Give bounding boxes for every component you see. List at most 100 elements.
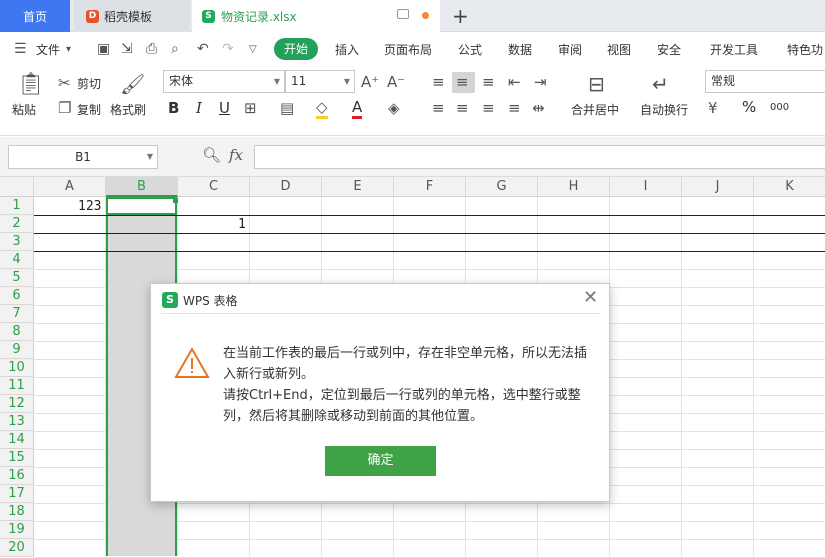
format-painter-button[interactable]: 格式刷 xyxy=(110,101,146,118)
row-header-17[interactable]: 17 xyxy=(0,485,34,503)
copy-icon[interactable]: ❐ xyxy=(58,100,71,116)
align-top-icon[interactable]: ≡ xyxy=(432,74,445,90)
increase-indent-icon[interactable]: ⇥ xyxy=(534,74,547,90)
tab-templates[interactable]: D 稻壳模板 xyxy=(74,0,190,32)
paste-icon[interactable]: 📋︎ xyxy=(17,73,45,97)
row-header-14[interactable]: 14 xyxy=(0,431,34,449)
italic-icon[interactable]: I xyxy=(196,100,202,116)
new-tab-button[interactable]: + xyxy=(452,3,469,29)
row-header-10[interactable]: 10 xyxy=(0,359,34,377)
wrap-text-icon[interactable]: ↵ xyxy=(652,73,669,95)
align-right-icon[interactable]: ≡ xyxy=(482,100,495,116)
col-header-f[interactable]: F xyxy=(394,177,466,197)
redo-icon[interactable]: ↷ xyxy=(222,41,234,57)
cell-c2[interactable]: 1 xyxy=(238,217,246,232)
wrap-text-button[interactable]: 自动换行 xyxy=(640,101,688,118)
zoom-icon[interactable]: 🔍︎ xyxy=(202,147,221,163)
row-header-18[interactable]: 18 xyxy=(0,503,34,521)
decrease-indent-icon[interactable]: ⇤ xyxy=(508,74,521,90)
underline-icon[interactable]: U xyxy=(219,100,230,116)
tab-home[interactable]: 首页 xyxy=(0,0,70,32)
fill-color-icon[interactable]: ◇ xyxy=(316,98,328,119)
font-size-select[interactable]: 11 ▼ xyxy=(285,70,355,93)
tab-file[interactable]: S 物资记录.xlsx xyxy=(192,0,440,32)
row-header-11[interactable]: 11 xyxy=(0,377,34,395)
active-cell-b1[interactable] xyxy=(106,197,177,215)
print-preview-icon[interactable]: ⌕ xyxy=(171,41,179,57)
col-header-g[interactable]: G xyxy=(466,177,538,197)
row-header-1[interactable]: 1 xyxy=(0,197,34,215)
align-center-icon[interactable]: ≡ xyxy=(456,100,469,116)
increase-font-icon[interactable]: A⁺ xyxy=(361,74,379,90)
font-name-select[interactable]: 宋体 ▼ xyxy=(163,70,285,93)
copy-button[interactable]: 复制 xyxy=(77,101,101,118)
menu-special[interactable]: 特色功 xyxy=(787,41,823,58)
merge-center-icon[interactable]: ⊟ xyxy=(588,73,605,95)
currency-icon[interactable]: ¥ xyxy=(708,100,718,116)
name-box[interactable]: B1 ▼ xyxy=(8,145,158,169)
col-header-b[interactable]: B xyxy=(106,177,178,197)
format-painter-icon[interactable]: 🖌︎ xyxy=(120,73,145,95)
align-middle-icon[interactable]: ≡ xyxy=(456,74,469,90)
col-header-c[interactable]: C xyxy=(178,177,250,197)
close-icon[interactable]: ✕ xyxy=(583,288,598,308)
bold-icon[interactable]: B xyxy=(168,100,179,116)
fill-handle[interactable] xyxy=(173,198,178,203)
row-header-20[interactable]: 20 xyxy=(0,539,34,557)
menu-security[interactable]: 安全 xyxy=(657,41,681,58)
row-header-13[interactable]: 13 xyxy=(0,413,34,431)
merge-center-button[interactable]: 合并居中 xyxy=(571,101,619,118)
menu-dev-tools[interactable]: 开发工具 xyxy=(710,41,758,58)
cell-style-icon[interactable]: ▤ xyxy=(280,100,294,116)
col-header-j[interactable]: J xyxy=(682,177,754,197)
decrease-font-icon[interactable]: A⁻ xyxy=(387,74,405,90)
align-left-icon[interactable]: ≡ xyxy=(432,100,445,116)
justify-icon[interactable]: ≡ xyxy=(508,100,521,116)
distribute-icon[interactable]: ⇹ xyxy=(532,100,545,116)
fx-icon[interactable]: fx xyxy=(229,147,243,163)
cut-button[interactable]: 剪切 xyxy=(77,75,101,92)
col-header-k[interactable]: K xyxy=(754,177,825,197)
row-header-6[interactable]: 6 xyxy=(0,287,34,305)
row-header-3[interactable]: 3 xyxy=(0,233,34,251)
menu-formulas[interactable]: 公式 xyxy=(458,41,482,58)
print-icon[interactable]: ⎙ xyxy=(146,41,157,57)
row-header-5[interactable]: 5 xyxy=(0,269,34,287)
row-header-15[interactable]: 15 xyxy=(0,449,34,467)
undo-icon[interactable]: ↶ xyxy=(197,41,209,57)
menu-data[interactable]: 数据 xyxy=(508,41,532,58)
ok-button[interactable]: 确定 xyxy=(325,446,436,476)
menu-start[interactable]: 开始 xyxy=(274,38,318,60)
menu-insert[interactable]: 插入 xyxy=(335,41,359,58)
row-header-16[interactable]: 16 xyxy=(0,467,34,485)
select-all-corner[interactable] xyxy=(0,177,34,197)
hamburger-menu-icon[interactable]: ☰ xyxy=(14,41,27,57)
chevron-down-icon[interactable]: ▾ xyxy=(66,44,71,55)
borders-icon[interactable]: ⊞ xyxy=(244,100,257,116)
row-header-9[interactable]: 9 xyxy=(0,341,34,359)
col-header-d[interactable]: D xyxy=(250,177,322,197)
row-header-12[interactable]: 12 xyxy=(0,395,34,413)
row-header-8[interactable]: 8 xyxy=(0,323,34,341)
menu-view[interactable]: 视图 xyxy=(607,41,631,58)
align-bottom-icon[interactable]: ≡ xyxy=(482,74,495,90)
customize-toolbar-icon[interactable]: ▽ xyxy=(249,44,257,55)
font-color-icon[interactable]: A xyxy=(352,98,363,119)
cell-a1[interactable]: 123 xyxy=(78,199,101,214)
row-header-19[interactable]: 19 xyxy=(0,521,34,539)
export-icon[interactable]: ⇲ xyxy=(121,41,133,57)
col-header-i[interactable]: I xyxy=(610,177,682,197)
clear-icon[interactable]: ◈ xyxy=(388,100,400,116)
col-header-a[interactable]: A xyxy=(34,177,106,197)
row-header-7[interactable]: 7 xyxy=(0,305,34,323)
row-header-4[interactable]: 4 xyxy=(0,251,34,269)
thousands-icon[interactable]: 000 xyxy=(770,100,789,116)
save-icon[interactable]: ▣ xyxy=(97,41,110,57)
col-header-e[interactable]: E xyxy=(322,177,394,197)
row-header-2[interactable]: 2 xyxy=(0,215,34,233)
monitor-icon[interactable] xyxy=(397,9,409,19)
formula-input[interactable] xyxy=(254,145,825,169)
percent-icon[interactable]: % xyxy=(742,99,756,115)
menu-file[interactable]: 文件 xyxy=(36,41,60,58)
menu-page-layout[interactable]: 页面布局 xyxy=(384,41,432,58)
